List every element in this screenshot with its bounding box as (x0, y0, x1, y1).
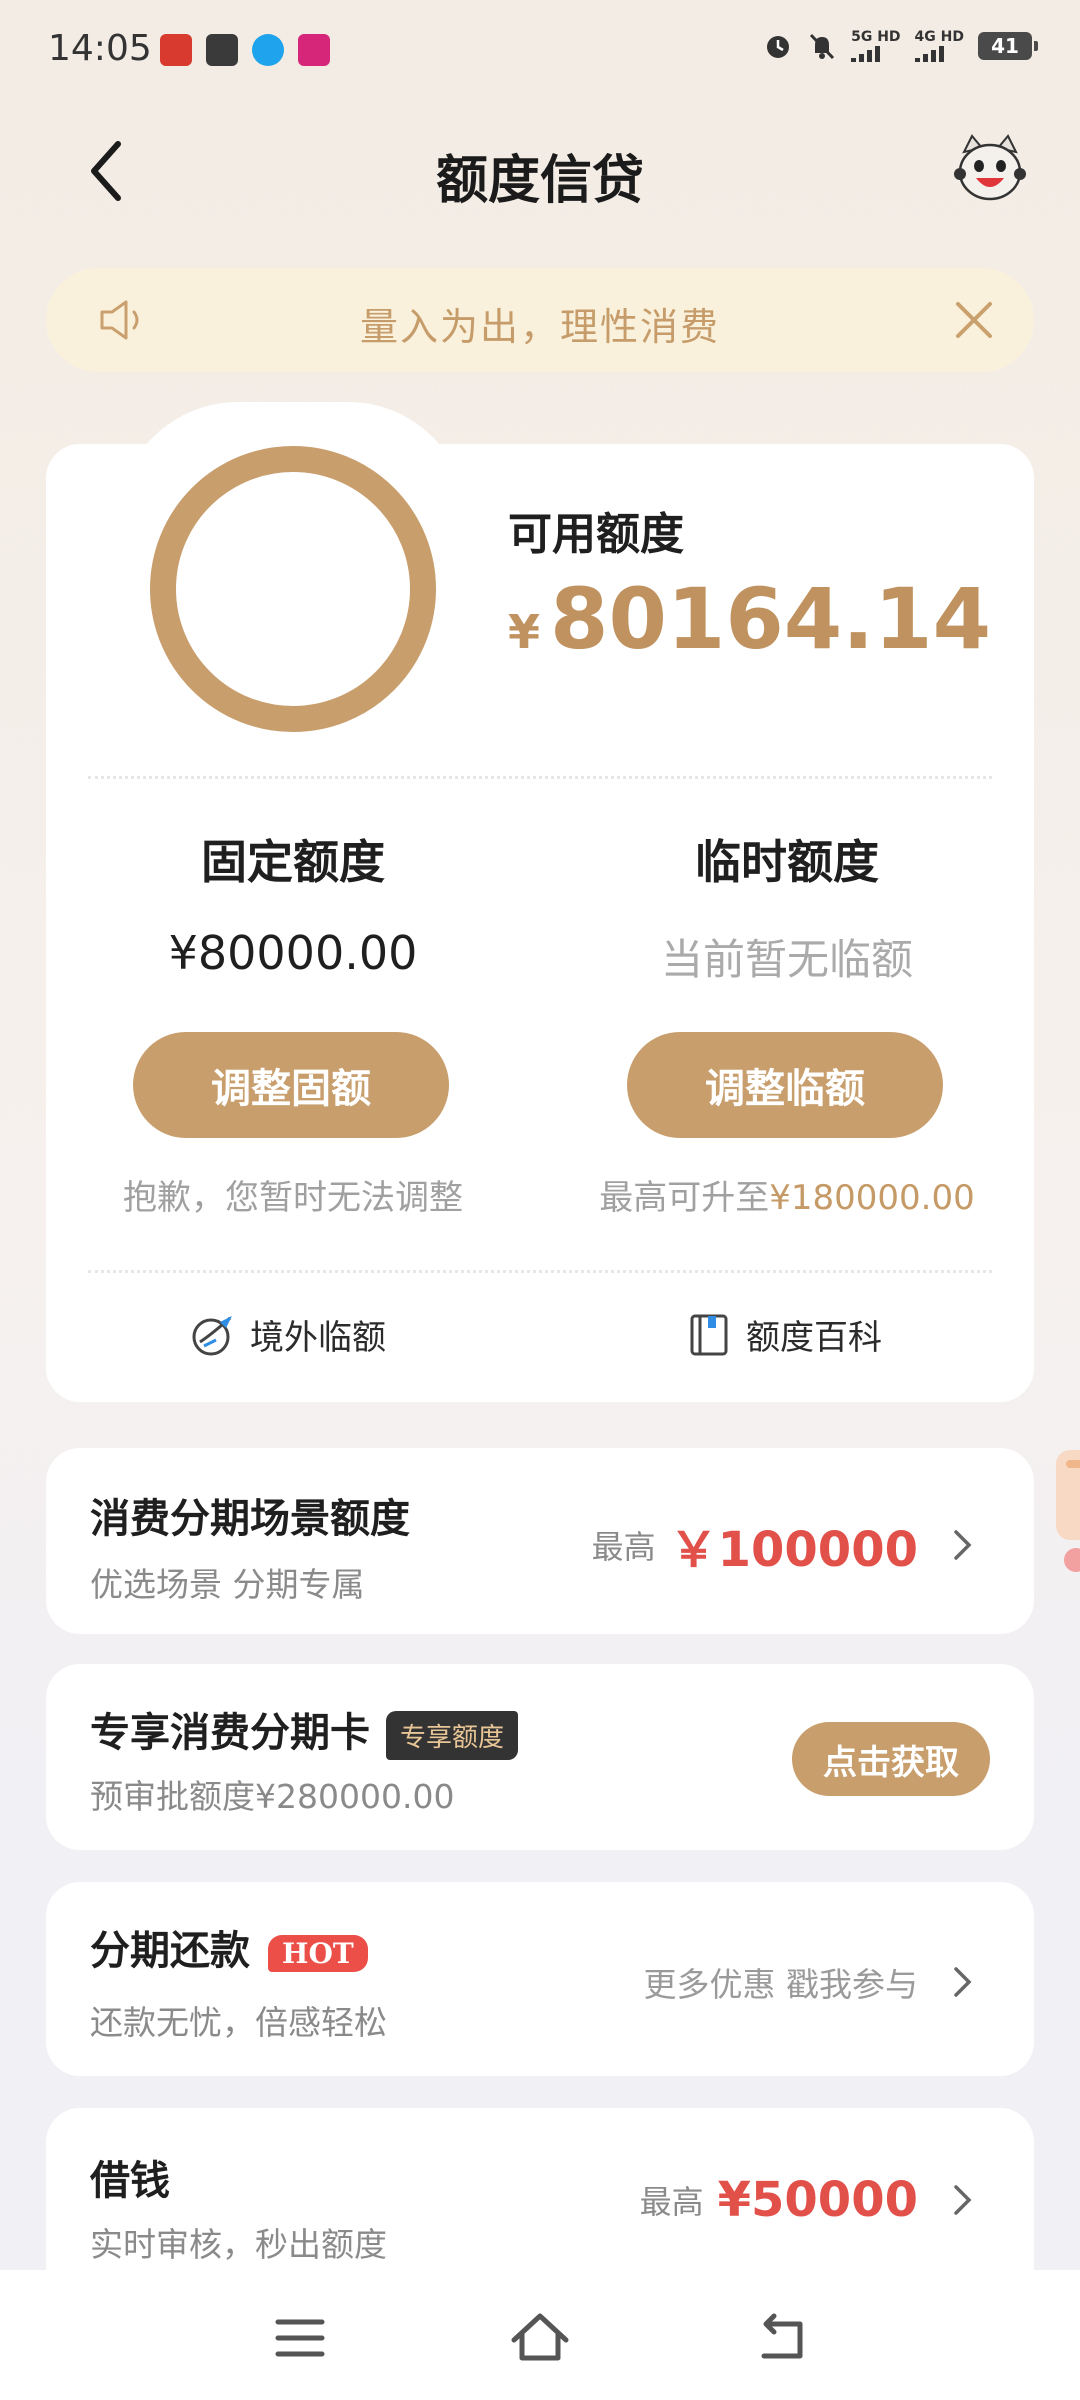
qq-app-icon (252, 34, 284, 66)
alarm-icon (767, 36, 790, 58)
installment-repay-title: 分期还款 HOT (90, 1918, 368, 1976)
available-amount-value: 80164.14 (550, 570, 992, 668)
exclusive-card-subtitle: 预审批额度¥280000.00 (90, 1777, 455, 1816)
signal-4g: 4G HD (914, 29, 964, 62)
currency-symbol: ¥ (508, 605, 541, 659)
menu-icon[interactable] (270, 2310, 330, 2366)
credit-links: 境外临额 额度百科 (46, 1300, 1034, 1380)
adjust-temp-credit-button[interactable]: 调整临额 (627, 1032, 943, 1138)
nav-bar: 额度信贷 (0, 120, 1080, 220)
notice-text: 量入为出，理性消费 (359, 305, 720, 349)
status-bar: 14:05 5G HD 4G HD 41 (0, 0, 1080, 100)
fixed-credit-note: 抱歉，您暂时无法调整 (123, 1178, 463, 1218)
play-app-icon (206, 34, 238, 66)
credit-wiki-label: 额度百科 (746, 1318, 882, 1358)
installment-repay-card[interactable]: 分期还款 HOT 还款无忧，倍感轻松 更多优惠 戳我参与 (46, 1882, 1034, 2076)
system-nav-bar (0, 2270, 1080, 2400)
installment-scene-card[interactable]: 消费分期场景额度 优选场景 分期专属 最高 ￥100000 (46, 1448, 1034, 1634)
adjust-fixed-credit-button[interactable]: 调整固额 (133, 1032, 449, 1138)
page-title: 额度信贷 (435, 151, 644, 211)
book-icon (690, 1314, 728, 1355)
back-icon[interactable] (752, 2310, 812, 2366)
battery-icon: 41 (978, 32, 1038, 60)
temp-note-amount: ¥180000.00 (769, 1178, 975, 1218)
net2-label: 4G HD (914, 29, 964, 45)
status-indicators: 5G HD 4G HD 41 (763, 29, 1038, 62)
max-label: 最高 (591, 1528, 656, 1566)
temp-note-prefix: 最高可升至 (599, 1178, 770, 1218)
divider (88, 776, 992, 779)
max-label: 最高 (639, 2183, 704, 2221)
divider (88, 1270, 992, 1273)
chevron-right-icon (954, 1530, 972, 1560)
installment-scene-subtitle: 优选场景 分期专属 (90, 1565, 365, 1604)
net1-label: 5G HD (851, 29, 901, 45)
signal-5g: 5G HD (851, 29, 901, 62)
battery-level: 41 (991, 34, 1019, 58)
fixed-credit-title: 固定额度 (201, 835, 385, 889)
temp-credit-note: 最高可升至¥180000.00 (540, 1170, 1034, 1219)
max-amount: ￥100000 (669, 1522, 918, 1578)
customer-service-mascot-icon[interactable] (950, 130, 1030, 210)
borrow-subtitle: 实时审核，秒出额度 (90, 2225, 387, 2264)
floating-promo-widget[interactable] (1052, 1440, 1080, 1580)
chevron-right-icon (954, 2185, 972, 2215)
installment-scene-title: 消费分期场景额度 (90, 1496, 410, 1542)
exclusive-card-title-text: 专享消费分期卡 (90, 1710, 370, 1756)
overseas-credit-label: 境外临额 (250, 1318, 386, 1358)
chevron-right-icon (954, 1967, 972, 1997)
fixed-credit-value: ¥80000.00 (168, 926, 418, 980)
notice-banner: 量入为出，理性消费 (46, 268, 1034, 372)
exclusive-credit-tag: 专享额度 (386, 1710, 519, 1760)
temp-credit-value: 当前暂无临额 (660, 935, 913, 984)
installment-repay-subtitle: 还款无忧，倍感轻松 (90, 2003, 387, 2042)
status-time: 14:05 (48, 28, 152, 69)
exclusive-card-title: 专享消费分期卡 专享额度 (90, 1700, 519, 1760)
available-credit-label: 可用额度 (508, 509, 684, 560)
credit-wiki-link[interactable]: 额度百科 (686, 1310, 882, 1359)
installment-repay-promo: 更多优惠 戳我参与 (644, 1958, 975, 2006)
installment-scene-max: 最高 ￥100000 (592, 1510, 974, 1580)
mute-bell-icon (810, 33, 835, 60)
max-amount: ¥50000 (717, 2172, 918, 2228)
borrow-title: 借钱 (90, 2158, 170, 2204)
shop-app-icon (298, 34, 330, 66)
hot-badge: HOT (268, 1934, 368, 1972)
available-credit-amount: ¥80164.14 (508, 570, 991, 668)
status-app-icons (160, 34, 330, 66)
borrow-max: 最高 ¥50000 (640, 2172, 974, 2228)
close-icon[interactable] (950, 296, 998, 344)
flower-app-icon (160, 34, 192, 66)
globe-plane-icon (192, 1315, 232, 1355)
credit-ring-chart (150, 446, 436, 732)
overseas-credit-link[interactable]: 境外临额 (190, 1310, 386, 1359)
home-icon[interactable] (510, 2310, 570, 2366)
exclusive-installment-card: 专享消费分期卡 专享额度 预审批额度¥280000.00 点击获取 (46, 1664, 1034, 1850)
get-card-button[interactable]: 点击获取 (792, 1722, 990, 1796)
installment-repay-title-text: 分期还款 (90, 1928, 250, 1974)
promo-text: 更多优惠 戳我参与 (643, 1965, 919, 2004)
temp-credit-title: 临时额度 (695, 835, 879, 889)
